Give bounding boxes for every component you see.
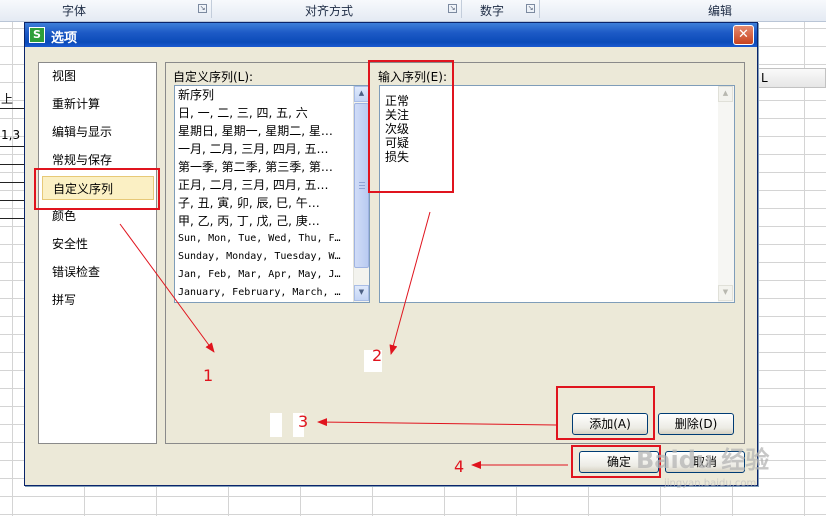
dialog-launcher-icon[interactable]: ↘ <box>198 4 207 13</box>
dialog-title: 选项 <box>51 31 78 46</box>
highlight-add-button <box>556 386 655 440</box>
scrollbar-thumb[interactable] <box>354 103 369 268</box>
dialog-titlebar[interactable]: S 选项 ✕ <box>25 23 757 47</box>
ribbon-group-font: 字体 ↘ <box>0 0 212 18</box>
list-item[interactable]: 子, 丑, 寅, 卯, 辰, 巳, 午… <box>178 194 350 212</box>
cell-border <box>0 200 24 201</box>
grip-line <box>359 185 365 186</box>
cell-border <box>0 182 24 183</box>
step-number-3: 3 <box>298 412 309 431</box>
ribbon-group-edit: 编辑 <box>540 0 826 18</box>
cell-border <box>0 108 24 109</box>
cell-border <box>0 218 24 219</box>
list-item[interactable]: Sunday, Monday, Tuesday, W… <box>178 248 350 266</box>
ribbon-group-label: 字体 <box>62 4 87 18</box>
highlight-custom-lists <box>34 168 160 210</box>
grip-line <box>359 188 365 189</box>
scroll-down-arrow-icon[interactable]: ▼ <box>354 285 369 301</box>
step-number-1: 1 <box>203 366 214 385</box>
input-sequence-scrollbar[interactable]: ▲ ▼ <box>718 86 734 302</box>
list-item[interactable]: 一月, 二月, 三月, 四月, 五… <box>178 140 350 158</box>
scroll-up-arrow-icon[interactable]: ▲ <box>718 86 733 102</box>
list-item[interactable]: 甲, 乙, 丙, 丁, 戊, 己, 庚… <box>178 212 350 230</box>
watermark-url: jingyan.baidu.com <box>664 478 757 489</box>
options-nav-list: 视图 重新计算 编辑与显示 常规与保存 自定义序列 颜色 安全性 错误检查 拼写 <box>38 62 157 444</box>
watermark-logo: Baidu 经验 <box>636 446 770 474</box>
custom-list-label: 自定义序列(L): <box>173 70 254 84</box>
list-item[interactable]: Sun, Mon, Tue, Wed, Thu, F… <box>178 230 350 248</box>
list-item[interactable]: 日, 一, 二, 三, 四, 五, 六 <box>178 104 350 122</box>
list-item[interactable]: 星期日, 星期一, 星期二, 星… <box>178 122 350 140</box>
nav-item-view[interactable]: 视图 <box>39 64 156 88</box>
ribbon-group-label: 编辑 <box>708 4 733 18</box>
delete-button[interactable]: 删除(D) <box>658 413 734 435</box>
ribbon-group-label: 对齐方式 <box>305 4 354 18</box>
list-item[interactable]: 第一季, 第二季, 第三季, 第… <box>178 158 350 176</box>
grip-line <box>359 182 365 183</box>
ribbon-group-labels: 字体 ↘ 对齐方式 ↘ 数字 ↘ 编辑 <box>0 0 826 22</box>
nav-item-spelling[interactable]: 拼写 <box>39 288 156 312</box>
list-item[interactable]: 新序列 <box>178 86 350 104</box>
scroll-down-arrow-icon[interactable]: ▼ <box>718 285 733 301</box>
cell-border <box>0 146 24 147</box>
wps-spreadsheet-icon: S <box>29 27 45 43</box>
close-icon[interactable]: ✕ <box>733 25 754 45</box>
list-item[interactable]: Jan, Feb, Mar, Apr, May, J… <box>178 266 350 284</box>
dialog-launcher-icon[interactable]: ↘ <box>448 4 457 13</box>
custom-lists-panel: 自定义序列(L): 输入序列(E): 新序列 日, 一, 二, 三, 四, 五,… <box>165 62 745 444</box>
column-header-l[interactable]: L <box>752 68 826 88</box>
cell-border <box>0 164 24 165</box>
list-item[interactable]: 正月, 二月, 三月, 四月, 五… <box>178 176 350 194</box>
highlight-input-sequence <box>368 60 454 193</box>
list-item[interactable]: January, February, March, … <box>178 284 350 302</box>
cell-text: 1,3 <box>1 128 21 142</box>
nav-item-security[interactable]: 安全性 <box>39 232 156 256</box>
ribbon-group-number: 数字 ↘ <box>462 0 540 18</box>
nav-item-error-checking[interactable]: 错误检查 <box>39 260 156 284</box>
nav-item-recalculate[interactable]: 重新计算 <box>39 92 156 116</box>
white-patch <box>270 413 282 437</box>
sheet-left-cells: 上 1,3 <box>0 68 24 268</box>
ribbon-group-alignment: 对齐方式 ↘ <box>212 0 462 18</box>
step-number-4: 4 <box>454 457 465 476</box>
custom-list-scrollbar[interactable]: ▲ ▼ <box>353 86 369 302</box>
cell-text: 上 <box>1 92 14 106</box>
custom-list-box[interactable]: 新序列 日, 一, 二, 三, 四, 五, 六 星期日, 星期一, 星期二, 星… <box>174 85 370 303</box>
dialog-launcher-icon[interactable]: ↘ <box>526 4 535 13</box>
nav-item-edit-display[interactable]: 编辑与显示 <box>39 120 156 144</box>
ribbon-group-label: 数字 <box>480 4 505 18</box>
step-number-2: 2 <box>372 346 383 365</box>
scroll-up-arrow-icon[interactable]: ▲ <box>354 86 369 102</box>
